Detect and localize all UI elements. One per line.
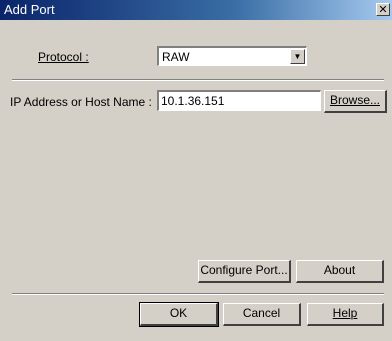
address-field[interactable]: [157, 90, 321, 111]
about-button[interactable]: About: [296, 260, 384, 283]
address-input[interactable]: [161, 94, 319, 108]
cancel-button[interactable]: Cancel: [223, 303, 301, 326]
close-button[interactable]: ✕: [376, 3, 390, 16]
cancel-button-label: Cancel: [242, 306, 281, 320]
ok-button[interactable]: OK: [139, 302, 219, 327]
protocol-label: Protocol :: [38, 50, 89, 64]
protocol-selected-value: RAW: [162, 50, 190, 64]
help-button[interactable]: Help: [307, 303, 384, 326]
browse-button[interactable]: Browse...: [324, 90, 387, 113]
help-button-label: Help: [332, 306, 358, 320]
separator: [12, 79, 384, 81]
address-label: IP Address or Host Name :: [10, 95, 152, 109]
ok-button-label: OK: [169, 306, 188, 320]
configure-port-button[interactable]: Configure Port...: [198, 260, 291, 283]
browse-button-label: Browse...: [329, 93, 380, 107]
title-bar: Add Port ✕: [0, 0, 392, 20]
chevron-down-icon[interactable]: ▼: [290, 49, 305, 64]
about-button-label: About: [323, 263, 356, 277]
configure-port-button-label: Configure Port...: [200, 263, 288, 277]
close-icon: ✕: [378, 4, 388, 16]
protocol-select[interactable]: RAW ▼: [157, 46, 307, 66]
window-title: Add Port: [4, 2, 55, 17]
bottom-separator: [12, 293, 384, 295]
